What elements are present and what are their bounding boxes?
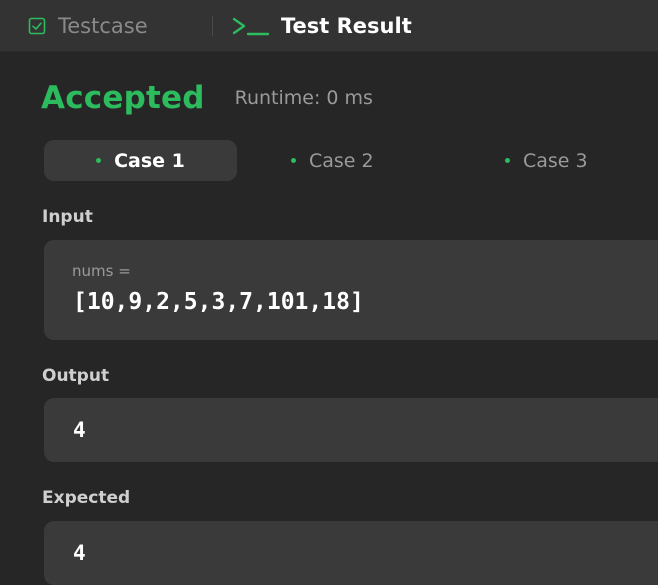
param-value: [10,9,2,5,3,7,101,18]: [73, 289, 364, 315]
pass-dot-icon: [505, 158, 510, 163]
output-label: Output: [42, 366, 110, 386]
case-tab-label: Case 3: [523, 149, 588, 172]
output-value: 4: [73, 418, 86, 442]
output-box: 4: [44, 398, 658, 462]
case-tab-label: Case 1: [114, 149, 185, 172]
tab-divider: [212, 16, 213, 36]
case-tab-label: Case 2: [309, 149, 374, 172]
case-tab-2[interactable]: Case 2: [273, 140, 423, 181]
input-label: Input: [42, 207, 93, 227]
tab-testcase[interactable]: Testcase: [28, 0, 148, 52]
expected-box: 4: [44, 521, 658, 585]
checkbox-icon: [28, 17, 46, 35]
tab-testcase-label: Testcase: [58, 14, 148, 38]
tab-test-result-label: Test Result: [281, 14, 412, 38]
param-name: nums =: [72, 262, 131, 280]
tab-test-result[interactable]: Test Result: [231, 0, 412, 52]
terminal-icon: [232, 17, 270, 36]
tab-bar: Testcase Test Result: [0, 0, 658, 52]
pass-dot-icon: [96, 158, 102, 163]
runtime-label: Runtime: 0 ms: [234, 87, 373, 109]
case-tab-3[interactable]: Case 3: [487, 140, 637, 181]
expected-value: 4: [73, 541, 86, 565]
verdict-row: Accepted Runtime: 0 ms: [41, 75, 373, 121]
case-tab-1[interactable]: Case 1: [44, 140, 237, 181]
pass-dot-icon: [291, 158, 296, 163]
input-box: nums = [10,9,2,5,3,7,101,18]: [44, 240, 658, 340]
status-verdict: Accepted: [41, 80, 205, 116]
expected-label: Expected: [42, 488, 131, 508]
